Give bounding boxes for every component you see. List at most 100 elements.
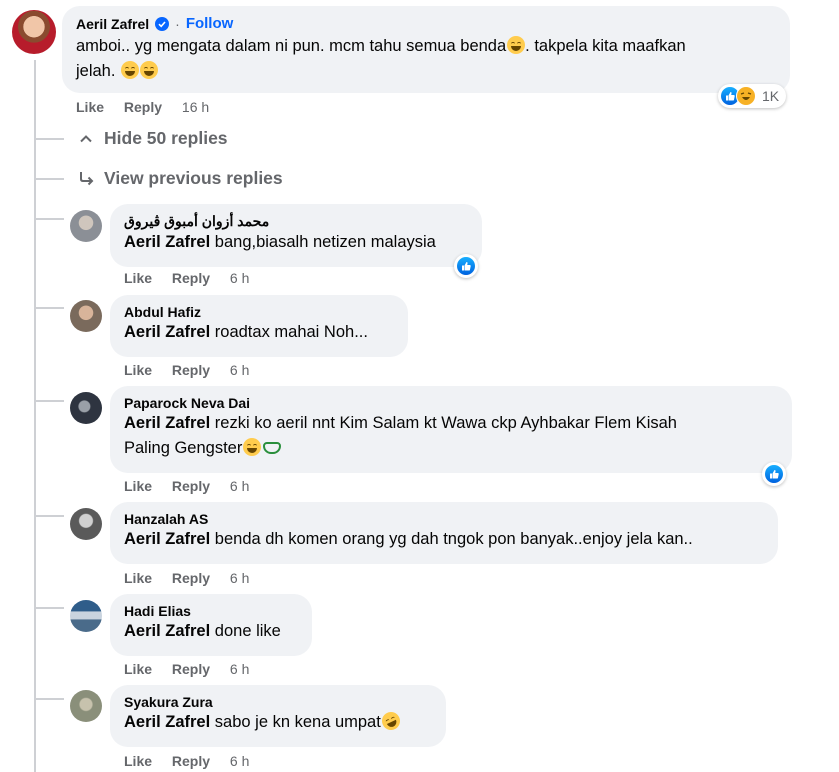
avatar[interactable] (70, 392, 102, 424)
reply-author[interactable]: Hanzalah AS (124, 511, 764, 527)
reply-actions: Like Reply 6 h (124, 270, 249, 286)
reply-mention[interactable]: Aeril Zafrel (124, 414, 210, 432)
like-reaction-icon (764, 464, 784, 484)
mask-emoji-icon (263, 442, 282, 454)
reply-reaction-summary[interactable] (454, 254, 478, 278)
reply-text: Aeril Zafrel benda dh komen orang yg dah… (124, 527, 764, 552)
reply-author[interactable]: Hadi Elias (124, 603, 298, 619)
reaction-summary[interactable]: 1K (718, 84, 787, 108)
view-previous-replies-button[interactable]: View previous replies (78, 168, 283, 189)
follow-button[interactable]: Follow (186, 15, 234, 32)
verified-badge-icon (155, 16, 170, 31)
reply-text: Aeril Zafrel done like (124, 619, 298, 644)
like-button[interactable]: Like (76, 99, 104, 115)
reply-time[interactable]: 6 h (230, 570, 249, 586)
reaction-count: 1K (762, 88, 780, 104)
smile-emoji-icon (121, 61, 140, 79)
avatar[interactable] (70, 508, 102, 540)
avatar[interactable] (70, 210, 102, 242)
reply-time[interactable]: 6 h (230, 362, 249, 378)
reply-mention[interactable]: Aeril Zafrel (124, 713, 210, 731)
comment-text: amboi.. yg mengata dalam ni pun. mcm tah… (76, 34, 776, 84)
reply-mention[interactable]: Aeril Zafrel (124, 530, 210, 548)
comment-text-line1: amboi.. yg mengata dalam ni pun. mcm tah… (76, 37, 507, 55)
like-reaction-icon (456, 256, 476, 276)
reply-button[interactable]: Reply (172, 270, 210, 286)
reply-mention[interactable]: Aeril Zafrel (124, 233, 210, 251)
reply-text-body: benda dh komen orang yg dah tngok pon ba… (210, 530, 693, 548)
reply-bubble: Hadi Elias Aeril Zafrel done like (110, 594, 312, 656)
reply-button[interactable]: Reply (172, 478, 210, 494)
main-comment-header: Aeril Zafrel · Follow (76, 15, 776, 32)
reply-button[interactable]: Reply (172, 753, 210, 769)
reply-time[interactable]: 6 h (230, 753, 249, 769)
reply-reaction-summary[interactable] (762, 462, 786, 486)
reply-button[interactable]: Reply (172, 570, 210, 586)
thread-branch-view (34, 178, 64, 180)
thread-branch-reply-1 (34, 218, 64, 220)
comment-text-line2: jelah. (76, 62, 116, 80)
like-button[interactable]: Like (124, 753, 152, 769)
reply-bubble: Abdul Hafiz Aeril Zafrel roadtax mahai N… (110, 295, 408, 357)
thread-branch-reply-5 (34, 607, 64, 609)
reply-text-body: sabo je kn kena umpat (210, 713, 381, 731)
comment-time[interactable]: 16 h (182, 99, 209, 115)
reply-time[interactable]: 6 h (230, 270, 249, 286)
reply-bubble: Paparock Neva Dai Aeril Zafrel rezki ko … (110, 386, 792, 473)
reply-text: Aeril Zafrel roadtax mahai Noh... (124, 320, 394, 345)
reply-button[interactable]: Reply (172, 362, 210, 378)
comment-text-line1-tail: . takpela kita maafkan (525, 37, 686, 55)
thread-branch-hide (34, 138, 64, 140)
like-button[interactable]: Like (124, 362, 152, 378)
reply-time[interactable]: 6 h (230, 478, 249, 494)
reply-text-body: roadtax mahai Noh... (210, 323, 368, 341)
rofl-emoji-icon (378, 709, 403, 733)
dot-separator: · (175, 15, 180, 32)
avatar[interactable] (70, 300, 102, 332)
reply-mention[interactable]: Aeril Zafrel (124, 323, 210, 341)
reply-button[interactable]: Reply (124, 99, 162, 115)
chevron-up-icon (80, 134, 92, 142)
grin-emoji-icon (243, 438, 262, 456)
like-button[interactable]: Like (124, 478, 152, 494)
thread-branch-reply-2 (34, 307, 64, 309)
smile-emoji-icon (140, 61, 159, 79)
reply-author[interactable]: Paparock Neva Dai (124, 395, 778, 411)
reply-text: Aeril Zafrel rezki ko aeril nnt Kim Sala… (124, 411, 778, 461)
haha-reaction-icon (736, 86, 756, 106)
view-previous-label: View previous replies (104, 168, 283, 188)
reply-text-body: rezki ko aeril nnt Kim Salam kt Wawa ckp… (210, 414, 677, 432)
reply-time[interactable]: 6 h (230, 661, 249, 677)
reply-text: Aeril Zafrel sabo je kn kena umpat (124, 709, 432, 735)
reply-text-body: done like (210, 622, 281, 640)
like-button[interactable]: Like (124, 661, 152, 677)
reply-arrow-icon (80, 171, 94, 185)
reply-mention[interactable]: Aeril Zafrel (124, 622, 210, 640)
main-comment-bubble: Aeril Zafrel · Follow amboi.. yg mengata… (62, 6, 790, 93)
avatar[interactable] (12, 10, 56, 54)
reply-actions: Like Reply 6 h (124, 570, 249, 586)
main-comment-actions: Like Reply 16 h (76, 99, 209, 115)
thread-branch-reply-6 (34, 698, 64, 700)
reply-actions: Like Reply 6 h (124, 661, 249, 677)
comment-author[interactable]: Aeril Zafrel (76, 16, 149, 32)
reply-text-line2: Paling Gengster (124, 439, 243, 457)
reply-button[interactable]: Reply (172, 661, 210, 677)
reply-author[interactable]: Abdul Hafiz (124, 304, 394, 320)
reply-bubble: Syakura Zura Aeril Zafrel sabo je kn ken… (110, 685, 446, 747)
reply-bubble: محمد أزوان أمبوق ڤيروق Aeril Zafrel bang… (110, 204, 482, 267)
grin-sweat-emoji-icon (507, 36, 526, 54)
hide-replies-button[interactable]: Hide 50 replies (78, 128, 228, 149)
like-button[interactable]: Like (124, 570, 152, 586)
reply-actions: Like Reply 6 h (124, 753, 249, 769)
avatar[interactable] (70, 600, 102, 632)
like-button[interactable]: Like (124, 270, 152, 286)
avatar[interactable] (70, 690, 102, 722)
reply-author[interactable]: محمد أزوان أمبوق ڤيروق (124, 213, 468, 230)
reply-text: Aeril Zafrel bang,biasalh netizen malays… (124, 230, 468, 255)
thread-branch-reply-4 (34, 515, 64, 517)
reply-author[interactable]: Syakura Zura (124, 694, 432, 710)
thread-branch-reply-3 (34, 400, 64, 402)
reply-text-body: bang,biasalh netizen malaysia (210, 233, 436, 251)
reply-actions: Like Reply 6 h (124, 362, 249, 378)
